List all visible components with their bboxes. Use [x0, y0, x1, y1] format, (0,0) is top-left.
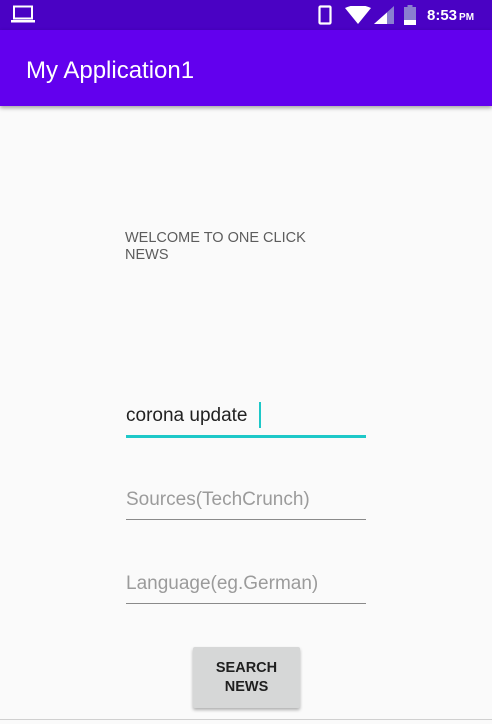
- text-cursor: [259, 402, 261, 428]
- laptop-icon: [11, 5, 35, 23]
- wifi-icon: [345, 6, 371, 24]
- language-underline: [126, 603, 366, 604]
- signal-icon: [374, 6, 394, 24]
- language-input[interactable]: [126, 568, 366, 600]
- phone-icon: [318, 5, 332, 25]
- status-bar: 8:53 PM: [0, 0, 492, 30]
- status-time-value: 8:53: [427, 7, 458, 24]
- query-field[interactable]: [126, 400, 366, 438]
- bottom-divider: [0, 719, 492, 720]
- sources-underline: [126, 519, 366, 520]
- app-bar: My Application1: [0, 30, 492, 106]
- sources-field[interactable]: [126, 484, 366, 520]
- app-title: My Application1: [26, 57, 195, 84]
- query-input[interactable]: [126, 400, 366, 432]
- status-ampm: PM: [459, 12, 475, 23]
- status-time: 8:53 PM: [427, 7, 474, 24]
- search-news-button[interactable]: SEARCH NEWS: [193, 647, 300, 708]
- sources-input[interactable]: [126, 484, 366, 516]
- language-field[interactable]: [126, 568, 366, 604]
- battery-icon: [404, 5, 416, 25]
- query-underline: [126, 435, 366, 438]
- welcome-text: WELCOME TO ONE CLICK NEWS: [125, 230, 306, 263]
